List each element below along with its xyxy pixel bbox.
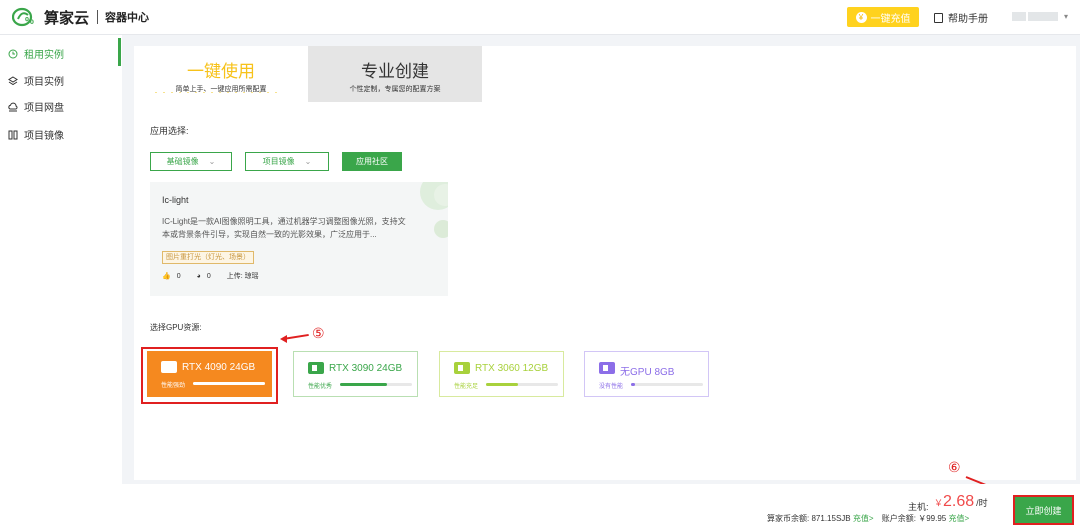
use-count: 0 [206,272,211,280]
tab-title: 一键使用 [187,62,255,81]
gpu-option-rtx3060[interactable]: RTX 3060 12GB 性能充足 [439,351,564,397]
avatar [1012,12,1026,21]
sidebar-item-label: 项目镜像 [24,131,64,142]
sidebar: 租用实例 项目实例 项目网盘 项目镜像 [0,35,122,530]
chevron-down-icon: ⌄ [208,157,216,166]
coin-recharge-link[interactable]: 充值> [853,514,874,523]
svg-text:%: % [25,16,34,27]
sidebar-item-project-instance[interactable]: 项目实例 [8,73,64,88]
layers-icon [8,75,18,86]
like-count: 0 [176,272,181,280]
gpu-perf-bar [631,383,703,386]
filter-label: 项目镜像 [262,157,295,166]
bottom-bar: 主机: ￥2.68/时 算家币余额: 871.15SJB 充值> 账户余额: ￥… [122,484,1080,530]
filter-project-image-dropdown[interactable]: 项目镜像 ⌄ [245,152,329,171]
coin-icon: ¥ [855,11,867,23]
tab-one-click[interactable]: 一键使用 简单上手、一键应用所需配置 [134,46,308,102]
price: ￥2.68/时 [934,493,988,511]
sidebar-item-label: 租用实例 [24,50,64,61]
app-card-stats: 👍 0 ◕ 0 上传: 琼瑶 [162,271,265,281]
chevron-down-icon: ⌄ [304,157,312,166]
help-label: 帮助手册 [948,14,988,25]
recharge-button[interactable]: ¥ 一键充值 [847,7,919,27]
caret-down-icon: ▾ [1064,12,1069,21]
brand-name: 算家云 [44,9,90,27]
sidebar-active-indicator [118,38,121,66]
clock-icon [8,49,18,59]
gpu-perf-label: 性能充足 [454,384,479,390]
gpu-perf-label: 没有性能 [599,384,624,390]
account-balance: ￥99.95 [918,514,947,523]
gpu-perf-bar [486,383,558,386]
logo-icon: % [11,7,38,27]
price-unit: /时 [976,498,988,508]
sidebar-item-project-image[interactable]: 项目镜像 [8,127,64,142]
account-recharge-link[interactable]: 充值> [948,514,969,523]
gpu-name: RTX 3060 12GB [475,363,549,374]
brand[interactable]: % 算家云 容器中心 [11,6,150,28]
filter-label: 应用社区 [356,157,388,166]
app-card-title: Ic-light [162,195,189,205]
gpu-perf-fill [340,383,387,386]
decorative-circle [434,220,448,238]
coin-balance: 871.15SJB [811,514,851,523]
gpu-perf-fill [486,383,519,386]
brand-subtitle: 容器中心 [105,12,150,24]
thumbs-up-icon: 👍 [162,273,171,280]
app-card-tag: 图片重打光（灯光、场景） [162,251,254,264]
gpu-icon [308,362,324,374]
filter-app-community-button[interactable]: 应用社区 [342,152,402,171]
app-card[interactable]: Ic-light IC-Light是一款AI图像照明工具，通过机器学习调整图像光… [150,182,448,296]
price-value: 2.68 [943,493,975,510]
gpu-name: RTX 3090 24GB [329,363,403,374]
username-redacted [1028,12,1058,21]
price-label: 主机: [908,502,929,512]
filter-label: 基础镜像 [166,157,199,166]
help-manual-link[interactable]: 帮助手册 [934,10,988,25]
gpu-name: 无GPU 8GB [620,367,675,378]
gpu-perf-bar [340,383,412,386]
gpu-option-rtx3090[interactable]: RTX 3090 24GB 性能优秀 [293,351,418,397]
cloud-drive-icon [8,102,18,112]
app-select-label: 应用选择: [150,126,189,136]
balance-line: 算家币余额: 871.15SJB 充值> 账户余额: ￥99.95 充值> [767,513,969,524]
tab-professional[interactable]: 专业创建 个性定制，专属您的配置方案 [308,46,482,102]
tab-subtitle: 个性定制，专属您的配置方案 [349,86,441,93]
recharge-label: 一键充值 [870,13,911,25]
uploader: 上传: 琼瑶 [226,273,259,280]
gpu-perf-label: 性能优秀 [308,384,333,390]
decorative-dots [152,91,282,94]
arrow-head [280,335,287,343]
main-panel: 一键使用 简单上手、一键应用所需配置 专业创建 个性定制，专属您的配置方案 应用… [134,46,1076,480]
app-card-description: IC-Light是一款AI图像照明工具，通过机器学习调整图像光照，支持文本或背景… [162,217,406,239]
selection-highlight [141,347,278,404]
image-grid-icon [8,130,18,140]
sidebar-item-label: 项目实例 [24,77,64,88]
sidebar-item-project-disk[interactable]: 项目网盘 [8,99,64,114]
coin-balance-label: 算家币余额: [767,514,810,523]
sidebar-item-rent-instance[interactable]: 租用实例 [8,46,64,61]
create-now-button[interactable]: 立即创建 [1013,495,1074,525]
step-6-annotation: ⑥ [948,459,961,475]
gpu-option-no-gpu[interactable]: 无GPU 8GB 没有性能 [584,351,709,397]
sidebar-item-label: 项目网盘 [24,103,64,114]
tab-title: 专业创建 [361,62,429,81]
step-5-annotation: ⑤ [312,325,325,341]
book-icon [934,12,943,23]
brand-divider [97,10,99,24]
user-menu[interactable]: ▾ [1012,12,1068,21]
pie-icon: ◕ [196,272,201,280]
top-bar: % 算家云 容器中心 ¥ 一键充值 帮助手册 ▾ [0,0,1080,35]
gpu-icon [599,362,615,374]
filter-base-image-dropdown[interactable]: 基础镜像 ⌄ [150,152,232,171]
gpu-icon [454,362,470,374]
gpu-perf-fill [631,383,635,386]
gpu-select-label: 选择GPU资源: [150,323,202,332]
account-balance-label: 账户余额: [881,514,916,523]
price-currency: ￥ [934,498,944,508]
